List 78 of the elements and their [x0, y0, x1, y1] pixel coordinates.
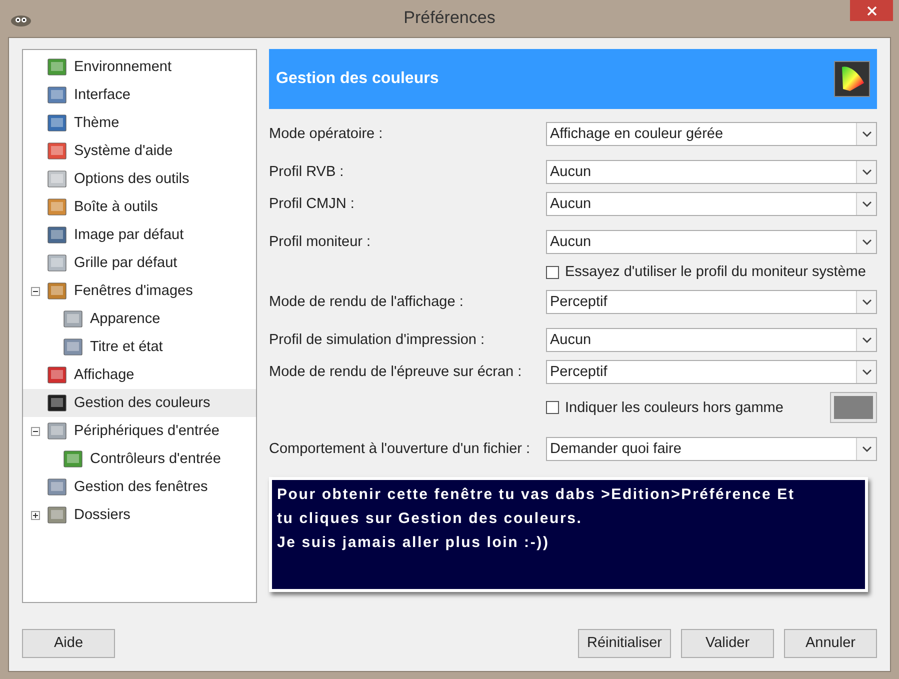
sidebar-item[interactable]: Fenêtres d'images [23, 277, 256, 305]
sidebar-item[interactable]: Environnement [23, 53, 256, 81]
field-label: Comportement à l'ouverture d'un fichier : [269, 441, 532, 457]
field-label: Profil moniteur : [269, 234, 372, 250]
field-label: Mode de rendu de l'affichage : [269, 294, 464, 310]
collapse-icon[interactable] [31, 286, 43, 296]
field-label: Profil CMJN : [269, 196, 356, 212]
preference-icon [47, 505, 67, 525]
dropdown[interactable]: Perceptif [546, 360, 877, 384]
sidebar-item[interactable]: Affichage [23, 361, 256, 389]
dialog-button[interactable]: Réinitialiser [578, 628, 671, 658]
sidebar-item[interactable]: Thème [23, 109, 256, 137]
dropdown[interactable]: Aucun [546, 230, 877, 254]
chevron-icon [862, 337, 872, 343]
collapse-icon[interactable] [31, 426, 43, 436]
dropdown[interactable]: Perceptif [546, 290, 877, 314]
dialog-button[interactable]: Annuler [784, 628, 877, 658]
chevron-icon [862, 446, 872, 452]
chevron-icon [862, 169, 872, 175]
chevron-icon [862, 299, 872, 305]
field-label: Profil RVB : [269, 164, 345, 180]
sidebar-item[interactable]: Interface [23, 81, 256, 109]
dialog-button[interactable]: Valider [681, 628, 774, 658]
preference-icon [47, 421, 67, 441]
dropdown[interactable]: Aucun [546, 160, 877, 184]
chevron-icon [862, 239, 872, 245]
preference-icon [47, 85, 67, 105]
window-title: Préférences [404, 8, 496, 28]
sidebar-item[interactable]: Apparence [23, 305, 256, 333]
note-text: Pour obtenir cette fenêtre tu vas dabs >Edition>Préférence Et [277, 485, 796, 505]
sidebar-item[interactable]: Titre et état [23, 333, 256, 361]
preference-icon [63, 449, 83, 469]
preference-icon [47, 113, 67, 133]
preference-icon [63, 309, 83, 329]
sidebar-item[interactable]: Gestion des fenêtres [23, 473, 256, 501]
preference-icon [47, 225, 67, 245]
sidebar-item[interactable]: Système d'aide [23, 137, 256, 165]
help-button[interactable]: Aide [22, 628, 115, 658]
color-gamut-icon [834, 61, 870, 97]
close-button[interactable] [850, 0, 893, 21]
sidebar-item[interactable]: Périphériques d'entrée [23, 417, 256, 445]
preference-icon [47, 57, 67, 77]
dropdown[interactable]: Affichage en couleur gérée [546, 122, 877, 146]
sidebar-item[interactable]: Contrôleurs d'entrée [23, 445, 256, 473]
checkbox-label: Indiquer les couleurs hors gamme [565, 400, 784, 416]
note-text: tu cliques sur Gestion des couleurs. [277, 509, 584, 529]
section-title: Gestion des couleurs [276, 70, 439, 88]
dropdown[interactable]: Aucun [546, 328, 877, 352]
close-icon [866, 6, 876, 16]
field-label: Profil de simulation d'impression : [269, 332, 486, 348]
checkbox-label: Essayez d'utiliser le profil du moniteur système [565, 264, 866, 280]
field-label: Mode de rendu de l'épreuve sur écran : [269, 364, 523, 380]
preference-icon [47, 141, 67, 161]
chevron-icon [862, 131, 872, 137]
expand-icon[interactable] [31, 510, 43, 520]
dropdown[interactable]: Demander quoi faire [546, 437, 877, 461]
sidebar-item[interactable]: Gestion des couleurs [23, 389, 256, 417]
sidebar-item[interactable]: Options des outils [23, 165, 256, 193]
color-swatch-button[interactable] [830, 392, 877, 423]
sidebar-item[interactable]: Grille par défaut [23, 249, 256, 277]
preference-icon [47, 197, 67, 217]
preference-icon [47, 253, 67, 273]
checkbox[interactable] [546, 401, 559, 414]
sidebar-item[interactable]: Image par défaut [23, 221, 256, 249]
chevron-icon [862, 369, 872, 375]
sidebar-item[interactable]: Dossiers [23, 501, 256, 529]
preference-icon [47, 169, 67, 189]
note-text: Je suis jamais aller plus loin :-)) [277, 533, 550, 553]
preference-icon [47, 477, 67, 497]
preference-icon [63, 337, 83, 357]
sidebar-item[interactable]: Boîte à outils [23, 193, 256, 221]
chevron-icon [862, 201, 872, 207]
preference-icon [47, 281, 67, 301]
checkbox[interactable] [546, 266, 559, 278]
dropdown[interactable]: Aucun [546, 192, 877, 216]
preference-icon [47, 393, 67, 413]
field-label: Mode opératoire : [269, 126, 384, 142]
preference-icon [47, 365, 67, 385]
